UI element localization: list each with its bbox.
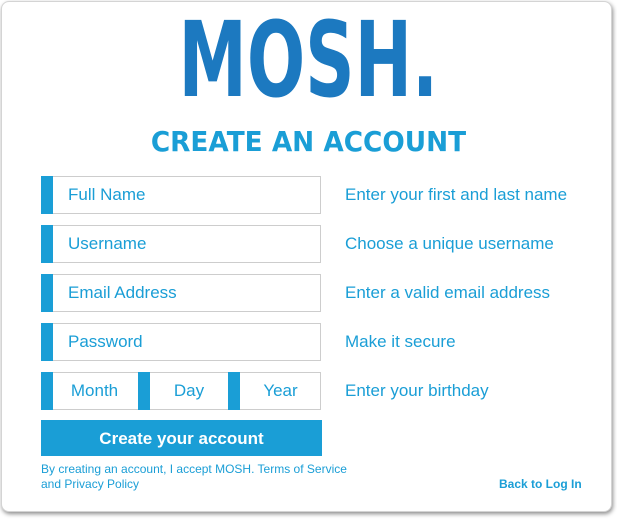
field-accent-bar (228, 372, 240, 410)
field-accent-bar (41, 323, 53, 361)
mosh-logo: MOSH. (178, 0, 439, 121)
email-placeholder: Email Address (68, 283, 177, 302)
birthday-field: Month Day Year (41, 372, 321, 410)
back-to-login-link[interactable]: Back to Log In (499, 477, 582, 492)
year-placeholder: Year (263, 381, 298, 400)
field-accent-bar (41, 176, 53, 214)
password-hint: Make it secure (345, 332, 456, 351)
page-title: CREATE AN ACCOUNT (150, 125, 467, 158)
birthday-hint: Enter your birthday (345, 381, 489, 400)
day-input[interactable]: Day (138, 372, 228, 410)
field-accent-bar (138, 372, 150, 410)
full-name-hint: Enter your first and last name (345, 185, 568, 204)
full-name-field[interactable]: Full Name (41, 176, 321, 214)
month-placeholder: Month (70, 381, 119, 400)
username-hint: Choose a unique username (345, 234, 554, 253)
month-input[interactable]: Month (41, 372, 138, 410)
email-field[interactable]: Email Address (41, 274, 321, 312)
password-field[interactable]: Password (41, 323, 321, 361)
full-name-placeholder: Full Name (68, 185, 146, 204)
field-accent-bar (41, 274, 53, 312)
create-account-button[interactable]: Create your account (41, 420, 322, 456)
day-placeholder: Day (173, 381, 205, 400)
password-placeholder: Password (68, 332, 143, 351)
field-accent-bar (41, 225, 53, 263)
email-hint: Enter a valid email address (345, 283, 551, 302)
year-input[interactable]: Year (228, 372, 321, 410)
username-field[interactable]: Username (41, 225, 321, 263)
username-placeholder: Username (68, 234, 147, 253)
field-accent-bar (41, 372, 53, 410)
terms-notice: By creating an account, I accept MOSH. T… (41, 462, 347, 491)
